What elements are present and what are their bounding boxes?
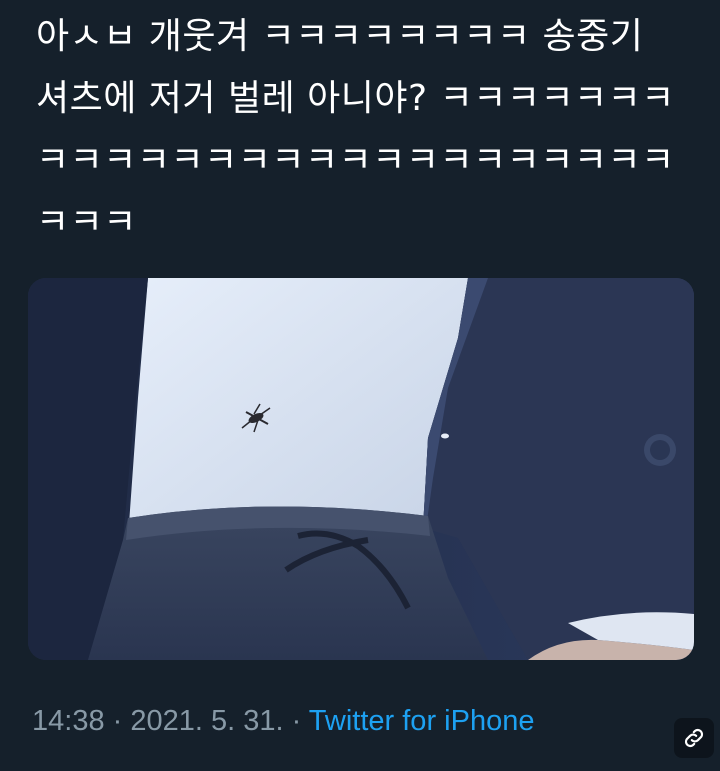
photo-illustration <box>28 278 694 660</box>
tweet-source-link[interactable]: Twitter for iPhone <box>309 705 535 737</box>
tweet-text-line-4: ㅋㅋㅋ <box>36 202 137 243</box>
tweet-date[interactable]: 2021. 5. 31. <box>130 705 283 737</box>
meta-separator: · <box>283 705 309 737</box>
meta-separator: · <box>104 705 131 737</box>
link-button[interactable] <box>674 718 714 758</box>
tweet-text: 아ㅅㅂ 개웃겨 ㅋㅋㅋㅋㅋㅋㅋㅋ 송중기 셔츠에 저거 벌레 아니야? ㅋㅋㅋㅋ… <box>36 6 696 254</box>
tweet-text-line-1: 아ㅅㅂ 개웃겨 ㅋㅋㅋㅋㅋㅋㅋㅋ 송중기 <box>36 16 644 57</box>
link-icon <box>684 728 704 748</box>
tweet-text-line-2: 셔츠에 저거 벌레 아니야? ㅋㅋㅋㅋㅋㅋㅋ <box>36 78 675 119</box>
tweet-text-line-3: ㅋㅋㅋㅋㅋㅋㅋㅋㅋㅋㅋㅋㅋㅋㅋㅋㅋㅋㅋ <box>36 140 675 181</box>
tweet-meta: 14:38 · 2021. 5. 31. · Twitter for iPhon… <box>32 705 534 738</box>
tweet-photo[interactable] <box>28 278 694 660</box>
tweet-time[interactable]: 14:38 <box>32 705 105 737</box>
